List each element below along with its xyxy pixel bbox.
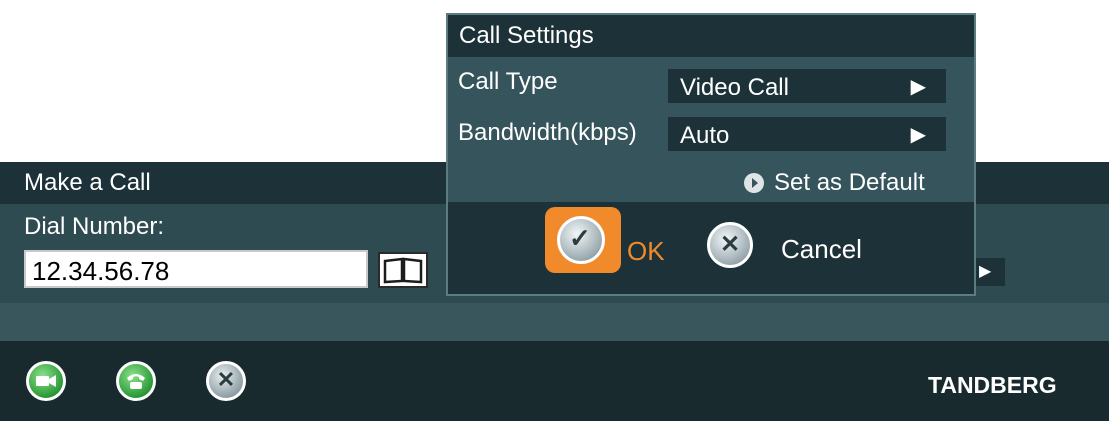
bandwidth-value: Auto: [680, 122, 730, 149]
arrow-right-icon: ▶: [979, 263, 992, 280]
bandwidth-select[interactable]: Auto ▶: [668, 117, 946, 151]
phone-call-button[interactable]: [116, 361, 156, 401]
bandwidth-label: Bandwidth(kbps): [458, 119, 637, 146]
video-camera-icon: [36, 375, 56, 387]
set-as-default-label: Set as Default: [774, 169, 925, 196]
ok-button[interactable]: ✓: [545, 207, 621, 273]
dial-number-input[interactable]: 12.34.56.78: [24, 250, 368, 288]
call-type-select[interactable]: Video Call ▶: [668, 69, 946, 103]
cancel-icon[interactable]: ✕: [707, 222, 753, 268]
cancel-button[interactable]: Cancel: [781, 234, 862, 265]
arrow-right-icon: ▶: [910, 124, 926, 146]
arrow-right-icon: ▶: [910, 76, 926, 98]
tandberg-logo: TANDBERG: [928, 372, 1057, 398]
phonebook-button[interactable]: [378, 252, 428, 288]
close-icon: ✕: [216, 367, 236, 392]
dial-number-label: Dial Number:: [24, 213, 165, 240]
play-bullet-icon: [744, 173, 764, 193]
video-call-button[interactable]: [26, 361, 66, 401]
ok-label[interactable]: OK: [627, 236, 665, 267]
phone-icon: [127, 374, 145, 389]
make-call-title: Make a Call: [24, 169, 151, 196]
make-call-status-strip: [0, 303, 1109, 341]
checkmark-icon: ✓: [557, 216, 605, 264]
call-type-label: Call Type: [458, 68, 558, 95]
end-call-button[interactable]: ✕: [206, 361, 246, 401]
hidden-select-arrow[interactable]: ▶: [975, 258, 1005, 286]
call-type-value: Video Call: [680, 74, 789, 101]
call-settings-title: Call Settings: [459, 22, 594, 49]
phonebook-icon: [383, 257, 423, 284]
